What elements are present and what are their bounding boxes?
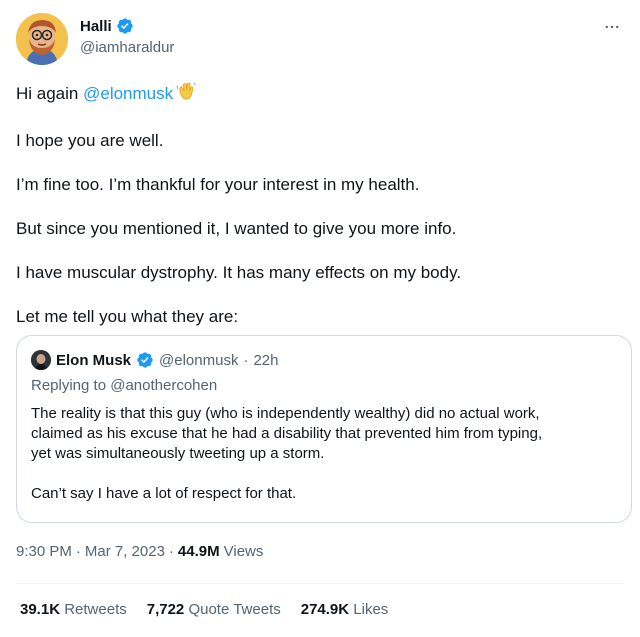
separator-dot: · [75, 543, 81, 560]
likes-count: 274.9K [300, 601, 350, 618]
retweets-label: Retweets [64, 601, 127, 618]
quote-tweets-label: Quote Tweets [188, 601, 281, 618]
engagement-stats: 39.1K Retweets 7,722 Quote Tweets 274.9K… [20, 601, 388, 618]
views-count: 44.9M [177, 543, 220, 560]
mention-link[interactable]: @elonmusk [83, 84, 173, 103]
verified-badge-icon [116, 17, 134, 35]
quoted-tweet-card[interactable]: Elon Musk @elonmusk · 22h Replying to @a… [16, 335, 632, 523]
tweet-paragraph: I hope you are well. [16, 131, 164, 150]
waving-hands-emoji-icon [175, 80, 197, 108]
tweet-date[interactable]: Mar 7, 2023 [85, 543, 165, 560]
author-display-name[interactable]: Halli [80, 18, 112, 35]
greeting-text: Hi again [16, 84, 84, 103]
quoted-tweet-header: Elon Musk @elonmusk · 22h [31, 350, 278, 370]
tweet-time[interactable]: 9:30 PM [16, 543, 72, 560]
tweet-meta: 9:30 PM · Mar 7, 2023 · 44.9M Views [16, 543, 263, 560]
tweet-paragraph: Let me tell you what they are: [16, 307, 239, 326]
quoted-text-line: Can’t say I have a lot of respect for th… [31, 485, 297, 502]
quoted-timestamp[interactable]: 22h [253, 352, 278, 369]
separator-dot: · [243, 351, 249, 369]
quoted-tweet-text: The reality is that this guy (who is ind… [31, 404, 621, 504]
retweets-stat[interactable]: 39.1K Retweets [20, 601, 127, 618]
tweet-body: Hi again @elonmusk I hope you are well. … [16, 80, 616, 350]
quoted-author-name[interactable]: Elon Musk [56, 352, 131, 369]
tweet-paragraph: Hi again @elonmusk [16, 80, 616, 108]
quoted-author-handle: @elonmusk [159, 351, 239, 369]
likes-label: Likes [353, 601, 389, 618]
author-name-row: Halli [80, 17, 134, 35]
tweet: Halli @iamharaldur Hi again @elonmusk I … [0, 0, 640, 637]
separator-dot: · [168, 543, 174, 560]
more-options-icon[interactable] [600, 17, 624, 37]
author-handle[interactable]: @iamharaldur [80, 39, 174, 56]
tweet-header: Halli @iamharaldur [16, 13, 624, 65]
quote-tweets-stat[interactable]: 7,722 Quote Tweets [147, 601, 281, 618]
verified-badge-icon [136, 351, 154, 369]
quoted-author-avatar[interactable] [31, 350, 51, 370]
replying-to-text: Replying to @anothercohen [31, 377, 218, 394]
tweet-paragraph: I have muscular dystrophy. It has many e… [16, 263, 462, 282]
likes-stat[interactable]: 274.9K Likes [301, 601, 389, 618]
tweet-paragraph: But since you mentioned it, I wanted to … [16, 219, 457, 238]
tweet-paragraph: I’m fine too. I’m thankful for your inte… [16, 175, 420, 194]
quote-tweets-count: 7,722 [146, 601, 185, 618]
quoted-text-line: The reality is that this guy (who is ind… [31, 405, 540, 422]
views-label: Views [223, 543, 264, 560]
quoted-text-line: yet was simultaneously tweeting up a sto… [31, 445, 325, 462]
divider [16, 583, 624, 584]
quoted-text-line: claimed as his excuse that he had a disa… [31, 425, 543, 442]
author-avatar[interactable] [16, 13, 68, 65]
retweets-count: 39.1K [20, 601, 61, 618]
